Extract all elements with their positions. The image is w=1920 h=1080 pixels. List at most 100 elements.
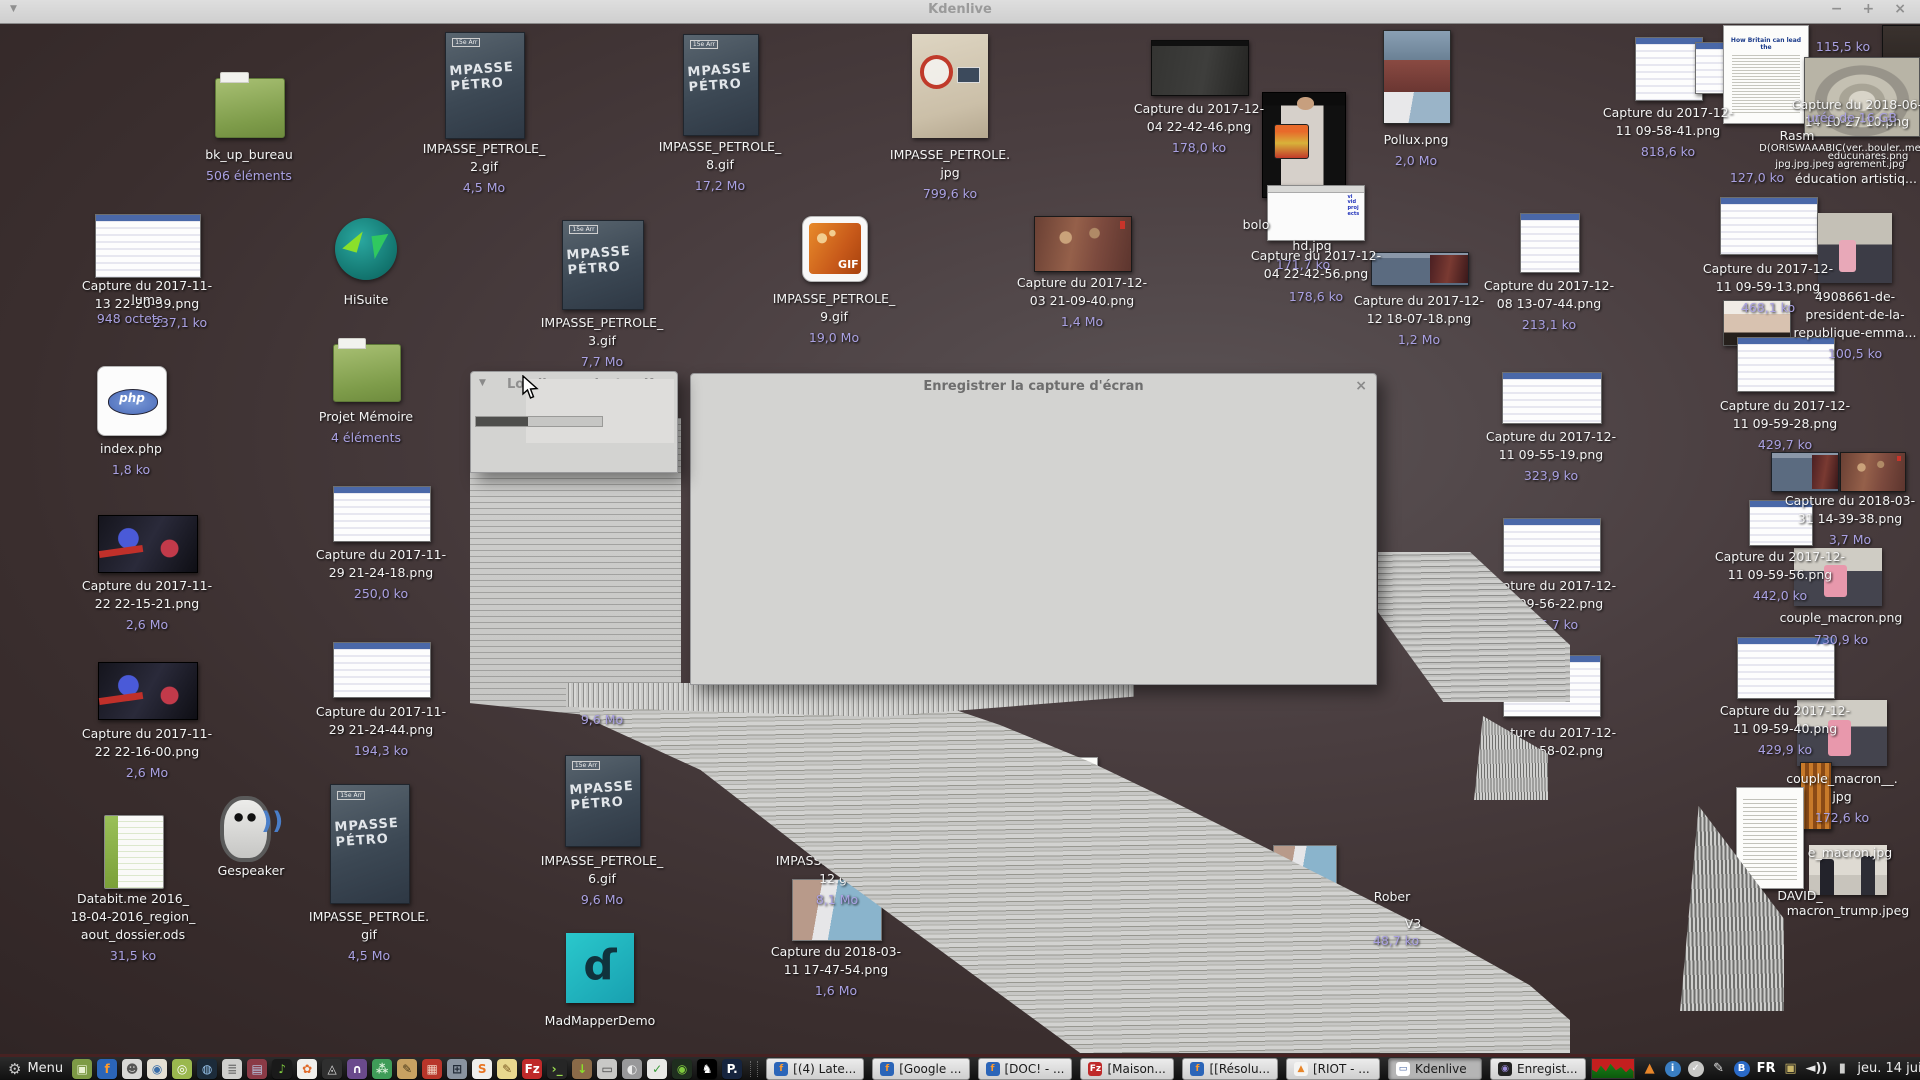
save-screenshot-dialog[interactable]: Enregistrer la capture d'écran × — [690, 373, 1377, 685]
ods-databit-region-aout-label[interactable]: 18-04-2016_region_ — [71, 908, 196, 926]
loading-project-dialog[interactable]: ▼ Loading project — K × — [470, 371, 678, 473]
article-how-britain-thumbnail[interactable] — [1723, 25, 1809, 124]
impasse-petrole-6-gif-label[interactable]: IMPASSE_PETROLE_ — [541, 852, 664, 870]
ods-databit-region-aout-thumbnail[interactable] — [104, 815, 164, 889]
impasse-petrole-2-gif-label[interactable]: 2.gif — [470, 158, 498, 176]
impasse-petrole-9-gif-label[interactable]: 9.gif — [820, 308, 848, 326]
text-notes-icon[interactable]: ≣ — [222, 1059, 242, 1079]
capture-2017-11-13-22-20-39-png-label[interactable]: 13 22-20-39.png — [95, 295, 199, 313]
capture-2017-12-11-09-59-28-png-label[interactable]: 11 09-59-28.png — [1733, 415, 1837, 433]
terminal-icon[interactable]: ›_ — [547, 1059, 567, 1079]
capture-2017-12-11-09-59-13-png-label[interactable]: Capture du 2017-12- — [1703, 260, 1833, 278]
capture-2017-12-03-21-09-40-png-label[interactable]: Capture du 2017-12- — [1017, 274, 1147, 292]
filezilla-launcher-icon[interactable]: Fz — [522, 1059, 542, 1079]
battery-icon[interactable]: ▮ — [1834, 1060, 1850, 1078]
capture-2017-12-11-09-59-40-png-label[interactable]: Capture du 2017-12- — [1720, 702, 1850, 720]
red-machine-icon[interactable]: ▦ — [422, 1059, 442, 1079]
president-republique-emmanuel-label[interactable]: republique-emma... — [1794, 324, 1917, 342]
close-icon[interactable]: × — [1355, 378, 1367, 394]
impasse-petrole-2-gif-label[interactable]: IMPASSE_PETROLE_ — [423, 140, 546, 158]
capture-2017-12-11-09-59-56-png-label[interactable]: Capture du 2017-12- — [1715, 548, 1845, 566]
calculator-icon[interactable]: ⊞ — [447, 1059, 467, 1079]
capture-2017-12-11-09-55-19-png-thumbnail[interactable] — [1502, 372, 1602, 424]
capture-2017-11-13-22-20-39-png-thumbnail[interactable] — [95, 214, 201, 278]
capture-2017-12-08-13-07-44-png-thumbnail[interactable] — [1520, 213, 1580, 273]
close-icon[interactable]: × — [1894, 1, 1906, 17]
audio-player-green-icon[interactable]: ◎ — [172, 1059, 192, 1079]
unity3d-icon[interactable]: ◬ — [322, 1059, 342, 1079]
file-manager-icon[interactable]: ▣ — [72, 1059, 92, 1079]
capture-2017-11-13-22-20-39-png-label[interactable]: Capture du 2017-11- — [82, 277, 212, 295]
capture-2017-12-11-09-58-41-png-label[interactable]: Capture du 2017-12- — [1603, 104, 1733, 122]
capture-2017-12-11-09-59-13-png-label[interactable]: 11 09-59-13.png — [1716, 278, 1820, 296]
pollux-png-thumbnail[interactable] — [1383, 30, 1451, 124]
capture-2017-12-04-22-42-46-png-label[interactable]: 04 22-42-46.png — [1147, 118, 1251, 136]
volume-icon[interactable]: ◄)) — [1805, 1060, 1827, 1078]
p-dock-icon[interactable]: P. — [722, 1059, 742, 1079]
thumb-2018-03-31-a-thumbnail[interactable] — [1771, 452, 1839, 492]
task-enregistrer-button[interactable]: ◉Enregist... — [1490, 1058, 1586, 1080]
gespeaker-label[interactable]: Gespeaker — [218, 862, 285, 880]
capture-2017-12-11-09-59-28-png-label[interactable]: Capture du 2017-12- — [1720, 397, 1850, 415]
vlc-tray-icon[interactable]: ▲ — [1642, 1060, 1658, 1078]
impasse-petrole-gif-label[interactable]: IMPASSE_PETROLE. — [309, 908, 429, 926]
impasse-petrole-jpg-label[interactable]: IMPASSE_PETROLE. — [890, 146, 1010, 164]
ods-databit-region-aout-label[interactable]: aout_dossier.ods — [81, 926, 185, 944]
task-kdenlive-button[interactable]: ▭Kdenlive — [1388, 1058, 1482, 1080]
capture-2017-11-29-21-24-44-png-label[interactable]: Capture du 2017-11- — [316, 703, 446, 721]
capture-2017-11-22-22-16-00-png-label[interactable]: Capture du 2017-11- — [82, 725, 212, 743]
applications-menu-button[interactable]: ⚙ Menu — [8, 1060, 63, 1078]
impasse-petrole-3-gif-label[interactable]: 3.gif — [588, 332, 616, 350]
sphere-dark-icon[interactable]: ◉ — [672, 1059, 692, 1079]
pollux-png-label[interactable]: Pollux.png — [1384, 131, 1449, 149]
package-installer-icon[interactable]: ↓ — [572, 1059, 592, 1079]
shade-icon[interactable]: ▼ — [479, 378, 486, 388]
task-resolu-button[interactable]: f[[Résolu... — [1182, 1058, 1278, 1080]
clock[interactable]: jeu. 14 juin, 10:28 — [1857, 1061, 1920, 1076]
capture-2017-12-03-21-09-40-png-label[interactable]: 03 21-09-40.png — [1030, 292, 1134, 310]
notes-editor-icon[interactable]: ✎ — [497, 1059, 517, 1079]
sublime-text-icon[interactable]: S — [472, 1059, 492, 1079]
stylus-tool-icon[interactable]: ✎ — [397, 1059, 417, 1079]
couple-macron-jpg-label[interactable]: couple_macron__. — [1786, 770, 1897, 788]
firefox-icon[interactable]: f — [97, 1059, 117, 1079]
index-php-thumbnail[interactable] — [97, 366, 167, 436]
display-app-icon[interactable]: ▭ — [597, 1059, 617, 1079]
capture-2017-11-22-22-15-21-png-label[interactable]: Capture du 2017-11- — [82, 577, 212, 595]
ods-databit-region-aout-label[interactable]: Databit.me 2016_ — [77, 890, 189, 908]
impasse-petrole-jpg-thumbnail[interactable] — [912, 34, 988, 138]
folder-bk-up-bureau-thumbnail[interactable] — [215, 78, 285, 138]
capture-2017-12-11-09-59-56-png-label[interactable]: 11 09-59-56.png — [1728, 566, 1832, 584]
president-republique-emmanuel-label[interactable]: 4908661-de- — [1815, 288, 1895, 306]
keyboard-layout-icon[interactable]: FR — [1757, 1060, 1776, 1078]
mini-shot-top-right-thumbnail[interactable] — [1695, 42, 1725, 94]
impasse-petrole-8-gif-thumbnail[interactable] — [683, 34, 759, 136]
index-php-label[interactable]: index.php — [100, 440, 162, 458]
capture-2017-12-11-09-59-40-png-label[interactable]: 11 09-59-40.png — [1733, 720, 1837, 738]
capture-2017-12-11-09-59-13-png-thumbnail[interactable] — [1720, 197, 1818, 255]
shield-info-icon[interactable]: i — [1665, 1061, 1681, 1077]
stylus-tray-icon[interactable]: ✎ — [1711, 1060, 1727, 1078]
capture-2017-12-12-18-07-18-png-label[interactable]: Capture du 2017-12- — [1354, 292, 1484, 310]
macron-trump-photo-thumbnail[interactable] — [1809, 845, 1887, 895]
capture-2017-12-08-13-07-44-png-label[interactable]: Capture du 2017-12- — [1484, 277, 1614, 295]
capture-2017-12-11-09-58-41-png-thumbnail[interactable] — [1635, 37, 1703, 101]
impasse-petrole-gif-label[interactable]: gif — [361, 926, 377, 944]
impasse-petrole-jpg-label[interactable]: jpg — [940, 164, 959, 182]
capture-2017-12-11-09-59-28-png-thumbnail[interactable] — [1737, 337, 1835, 392]
hisuite-thumbnail[interactable] — [335, 218, 397, 280]
impasse-petrole-2-gif-thumbnail[interactable] — [445, 32, 525, 139]
gespeaker-thumbnail[interactable] — [220, 796, 282, 856]
madmapperdemo-thumbnail[interactable] — [566, 933, 634, 1003]
bolo-hd-jpg-photo-thumbnail[interactable] — [1262, 92, 1346, 198]
video-film-icon[interactable]: ▤ — [247, 1059, 267, 1079]
sphere-gray-icon[interactable]: ◐ — [622, 1059, 642, 1079]
thumb-2018-03-31-b-thumbnail[interactable] — [1840, 452, 1906, 492]
president-republique-emmanuel-label[interactable]: president-de-la- — [1805, 306, 1904, 324]
hisuite-label[interactable]: HiSuite — [344, 291, 389, 309]
capture-2018-03-11-17-47-54-png-label[interactable]: Capture du 2018-03- — [771, 943, 901, 961]
capture-2017-12-08-13-07-44-png-label[interactable]: 08 13-07-44.png — [1497, 295, 1601, 313]
capture-2017-11-22-22-15-21-png-thumbnail[interactable] — [98, 515, 198, 573]
capture-2017-12-12-18-07-18-png-thumbnail[interactable] — [1371, 252, 1469, 286]
couple-macron-jpg-label[interactable]: jpg — [1832, 788, 1851, 806]
